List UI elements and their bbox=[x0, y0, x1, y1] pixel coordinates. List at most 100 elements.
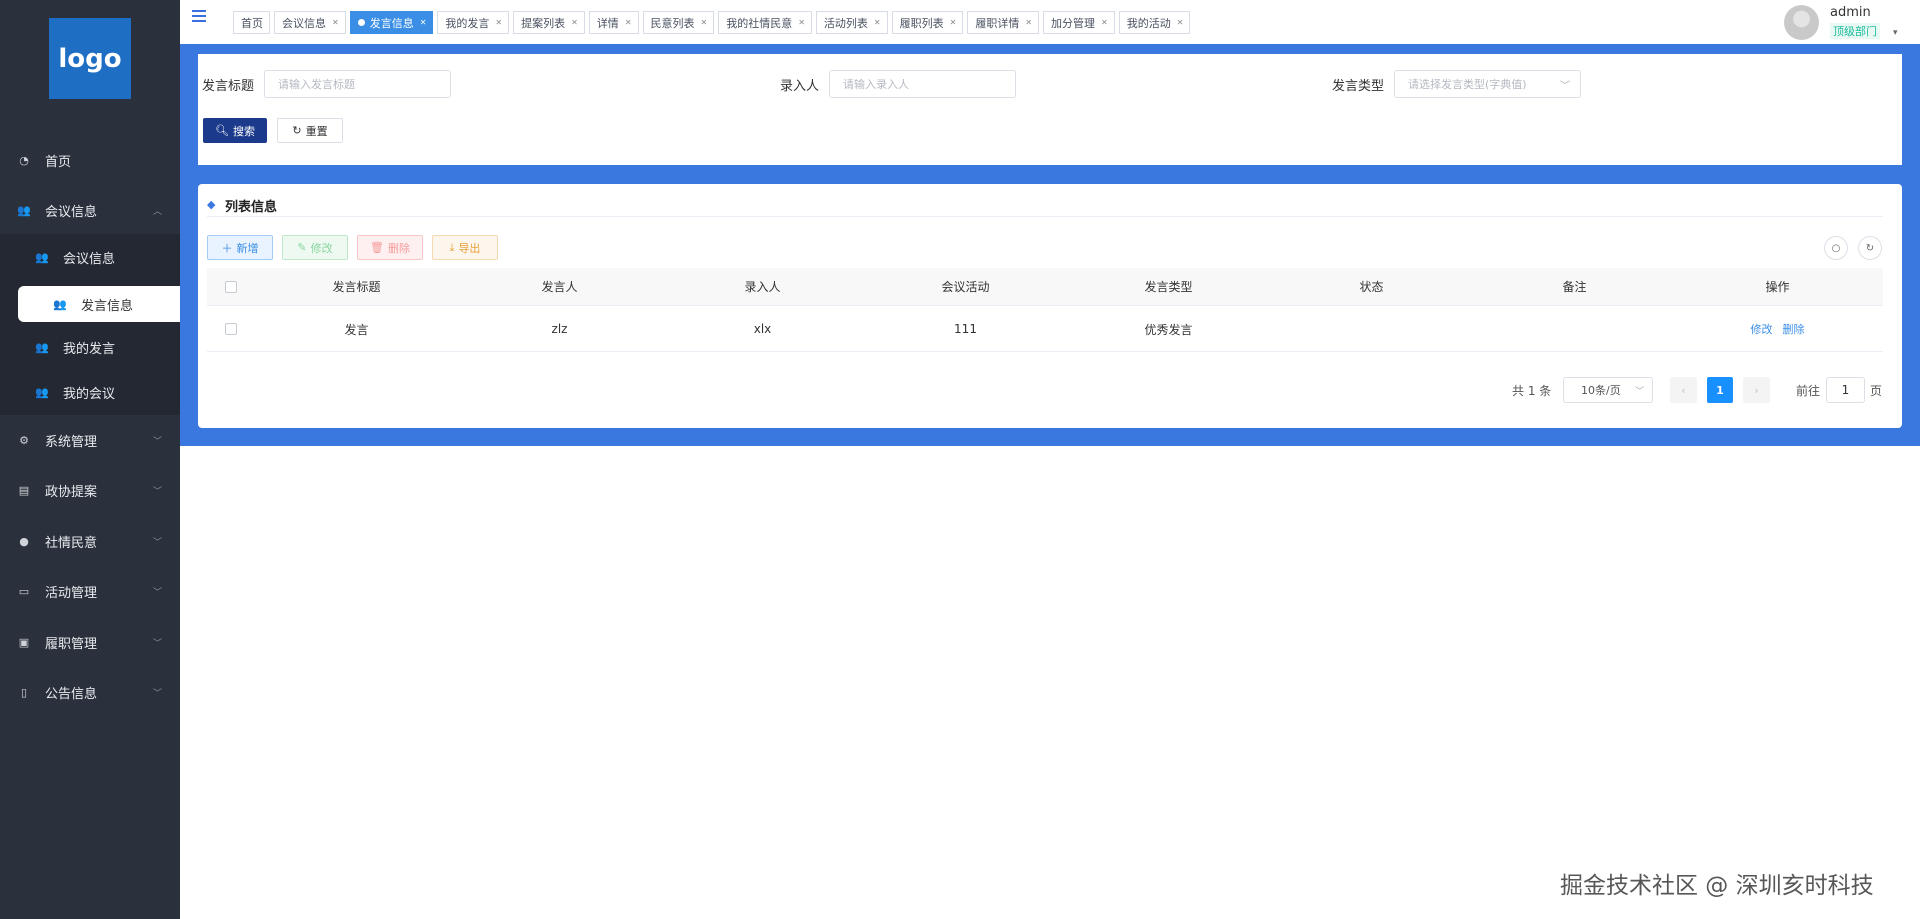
toggle-search-button[interactable]: ○ bbox=[1824, 236, 1848, 260]
page-size-select[interactable]: 10条/页 ﹀ bbox=[1563, 377, 1653, 403]
cell-actions: 修改 删除 bbox=[1676, 307, 1879, 351]
cell-remark bbox=[1473, 307, 1676, 351]
cell-speaker: zlz bbox=[551, 322, 568, 336]
column-header[interactable]: 发言类型 bbox=[1067, 268, 1270, 305]
chevron-down-icon: ﹀ bbox=[152, 436, 162, 447]
tab-speech-info[interactable]: 发言信息 ✕ bbox=[349, 11, 434, 34]
sidebar-item-label: 政协提案 bbox=[45, 484, 98, 500]
title-filter-input[interactable]: 请输入发言标题 bbox=[264, 70, 451, 98]
sidebar-item-proposal[interactable]: ▤ 政协提案 ﹀ bbox=[0, 468, 180, 512]
user-icon: 👥 bbox=[35, 386, 49, 399]
sidebar-item-speech-info[interactable]: 👥 发言信息 bbox=[18, 286, 180, 322]
column-header[interactable]: 状态 bbox=[1270, 268, 1473, 305]
tab-label: 详情 bbox=[596, 16, 619, 30]
tab-my-speech[interactable]: 我的发言 ✕ bbox=[437, 11, 510, 34]
tab-duty-detail[interactable]: 履职详情 ✕ bbox=[967, 11, 1040, 34]
sidebar-item-label: 社情民意 bbox=[45, 535, 98, 551]
row-edit-link[interactable]: 修改 bbox=[1751, 321, 1773, 337]
close-icon[interactable]: ✕ bbox=[1025, 18, 1032, 27]
page-suffix: 页 bbox=[1870, 383, 1883, 398]
tab-proposal-list[interactable]: 提案列表 ✕ bbox=[513, 11, 585, 34]
sidebar-item-meeting-group[interactable]: 👥 会议信息 ︿ bbox=[0, 188, 180, 232]
column-header[interactable]: 会议活动 bbox=[864, 268, 1067, 305]
tab-duty-list[interactable]: 履职列表 ✕ bbox=[891, 11, 964, 34]
caret-down-icon[interactable]: ▾ bbox=[1893, 28, 1898, 38]
edit-button[interactable]: ✎ 修改 bbox=[282, 235, 348, 260]
select-placeholder: 请选择发言类型(字典值) bbox=[1408, 78, 1527, 91]
export-button[interactable]: ⤓ 导出 bbox=[432, 235, 498, 260]
prev-page-button[interactable]: ‹ bbox=[1670, 377, 1697, 403]
sidebar-item-notice[interactable]: ▯ 公告信息 ﹀ bbox=[0, 670, 180, 714]
sidebar-item-meeting-info[interactable]: 👥 会议信息 bbox=[0, 234, 180, 280]
close-icon[interactable]: ✕ bbox=[874, 18, 881, 27]
select-all-checkbox[interactable] bbox=[207, 268, 255, 305]
close-icon[interactable]: ✕ bbox=[332, 18, 339, 27]
close-icon[interactable]: ✕ bbox=[1101, 18, 1108, 27]
close-icon[interactable]: ✕ bbox=[625, 18, 632, 27]
sidebar-item-my-speech[interactable]: 👥 我的发言 bbox=[0, 325, 180, 370]
briefcase-icon: ▣ bbox=[18, 635, 30, 649]
tab-my-activity[interactable]: 我的活动 ✕ bbox=[1118, 11, 1191, 34]
user-icon: 👥 bbox=[35, 341, 49, 354]
tab-activity-list[interactable]: 活动列表 ✕ bbox=[815, 11, 888, 34]
pagination-total: 共 1 条 bbox=[1512, 383, 1552, 398]
menu-toggle-icon[interactable] bbox=[192, 10, 206, 24]
table-row[interactable]: 发言 zlz xlx 111 优秀发言 修改 删除 bbox=[207, 307, 1883, 352]
avatar[interactable] bbox=[1784, 5, 1819, 40]
close-icon[interactable]: ✕ bbox=[798, 18, 805, 27]
table-header: 发言标题 发言人 录入人 会议活动 发言类型 状态 备注 操作 bbox=[207, 268, 1883, 306]
search-button[interactable]: 🔍︎ 搜索 bbox=[203, 118, 267, 143]
next-page-button[interactable]: › bbox=[1743, 377, 1770, 403]
tab-my-opinion[interactable]: 我的社情民意 ✕ bbox=[718, 11, 812, 34]
sidebar-item-label: 首页 bbox=[45, 154, 72, 170]
sidebar-item-my-meeting[interactable]: 👥 我的会议 bbox=[0, 370, 180, 415]
add-button[interactable]: ＋新增 bbox=[207, 235, 273, 260]
column-header: 操作 bbox=[1765, 280, 1790, 294]
chevron-down-icon: ﹀ bbox=[1560, 80, 1570, 92]
close-icon[interactable]: ✕ bbox=[420, 18, 427, 27]
column-header[interactable]: 录入人 bbox=[661, 268, 864, 305]
recorder-filter-input[interactable]: 请输入录入人 bbox=[829, 70, 1016, 98]
divider bbox=[207, 216, 1883, 217]
reset-button[interactable]: ↻ 重置 bbox=[277, 118, 343, 143]
sidebar-item-system[interactable]: ⚙ 系统管理 ﹀ bbox=[0, 418, 180, 462]
close-icon[interactable]: ✕ bbox=[950, 18, 957, 27]
title-filter-label: 发言标题 bbox=[202, 79, 255, 94]
column-header[interactable]: 备注 bbox=[1473, 268, 1676, 305]
column-header[interactable]: 发言人 bbox=[458, 268, 661, 305]
refresh-button[interactable]: ↻ bbox=[1858, 236, 1882, 260]
column-header[interactable]: 发言标题 bbox=[255, 268, 458, 305]
sidebar-item-label: 履职管理 bbox=[45, 636, 98, 652]
close-icon[interactable]: ✕ bbox=[1177, 18, 1184, 27]
tab-detail[interactable]: 详情 ✕ bbox=[588, 11, 639, 34]
type-filter-label: 发言类型 bbox=[1332, 79, 1385, 94]
tab-label: 发言信息 bbox=[369, 16, 414, 30]
close-icon[interactable]: ✕ bbox=[701, 18, 708, 27]
sidebar-item-home[interactable]: ◔ 首页 bbox=[0, 138, 180, 182]
tab-meeting-info[interactable]: 会议信息 ✕ bbox=[274, 11, 346, 34]
add-button-label: 新增 bbox=[236, 241, 259, 255]
close-icon[interactable]: ✕ bbox=[495, 18, 502, 27]
search-panel bbox=[198, 54, 1902, 165]
sidebar-item-activity[interactable]: ▭ 活动管理 ﹀ bbox=[0, 569, 180, 613]
row-checkbox[interactable] bbox=[207, 307, 255, 351]
tab-home[interactable]: 首页 bbox=[233, 11, 270, 34]
tab-opinion-list[interactable]: 民意列表 ✕ bbox=[642, 11, 715, 34]
delete-button[interactable]: 🗑︎ 删除 bbox=[357, 235, 423, 260]
user-name[interactable]: admin bbox=[1830, 5, 1871, 20]
sidebar-item-duty[interactable]: ▣ 履职管理 ﹀ bbox=[0, 620, 180, 664]
goto-page-input[interactable]: 1 bbox=[1826, 377, 1865, 403]
sidebar-item-opinion[interactable]: ● 社情民意 ﹀ bbox=[0, 519, 180, 563]
user-icon: 👥 bbox=[53, 297, 67, 311]
cell-status bbox=[1270, 307, 1473, 351]
tab-bonus[interactable]: 加分管理 ✕ bbox=[1043, 11, 1115, 34]
refresh-icon: ↻ bbox=[1865, 242, 1875, 254]
page-number-current[interactable]: 1 bbox=[1707, 377, 1733, 403]
chevron-right-icon: › bbox=[1754, 383, 1759, 397]
close-icon[interactable]: ✕ bbox=[571, 18, 578, 27]
arrow-icon: ◆ bbox=[207, 198, 216, 211]
tab-label: 提案列表 bbox=[521, 16, 566, 30]
row-delete-link[interactable]: 删除 bbox=[1783, 321, 1805, 337]
top-bar: 首页 会议信息 ✕ 发言信息 ✕ 我的发言 ✕ 提案列表 ✕ 详情 ✕ 民意列表 ✕ 我的社… bbox=[180, 0, 1920, 44]
type-filter-select[interactable]: 请选择发言类型(字典值) ﹀ bbox=[1394, 70, 1581, 98]
